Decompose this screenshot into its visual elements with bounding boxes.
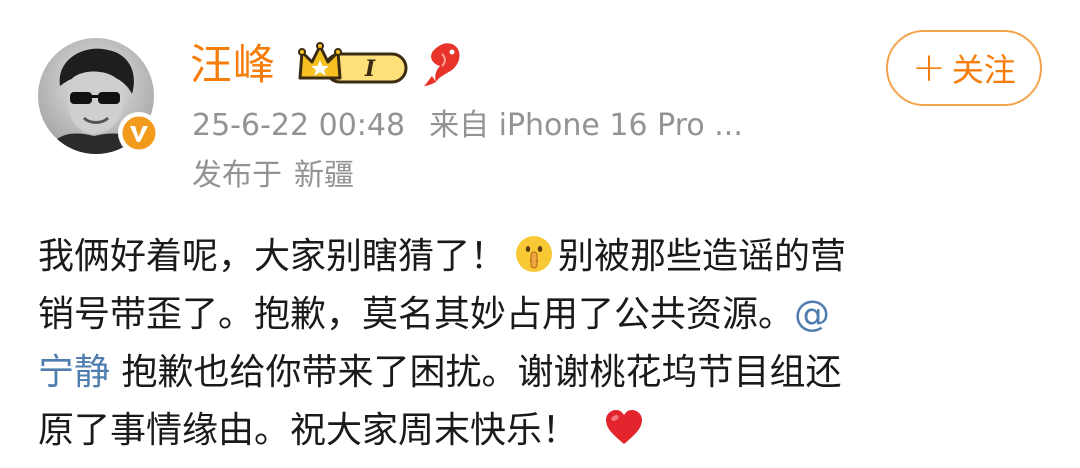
post-content: 我俩好着呢，大家别瞎猜了！ 别被那些造谣的营 销号带歪了。抱歉，莫名其妙占用了公… [38,228,1048,460]
content-line: 我俩好着呢，大家别瞎猜了！ 别被那些造谣的营 [38,228,1048,286]
content-text: 原了事情缘由。祝大家周末快乐！ [38,410,579,451]
content-text: 抱歉也给你带来了困扰。谢谢桃花坞节目组还 [110,352,842,393]
plus-icon: + [912,45,946,91]
verified-v-icon [119,113,159,153]
crown-member-badge-icon[interactable]: I [296,40,410,88]
content-line: 销号带歪了。抱歉，莫名其妙占用了公共资源。@ [38,286,1048,344]
content-text: 别被那些造谣的营 [558,236,847,277]
content-line: 原了事情缘由。祝大家周末快乐！ [38,402,1048,460]
post-meta: 25-6-22 00:48 来自 iPhone 16 Pro ... [192,106,743,146]
follow-label: 关注 [951,51,1016,89]
member-level-text: I [364,56,376,82]
location-label: 发布于 [192,158,282,193]
content-text: 我俩好着呢，大家别瞎猜了！ [38,236,507,277]
content-text: 销号带歪了。抱歉，莫名其妙占用了公共资源。 [38,294,795,335]
mention-link[interactable]: 宁静 [38,352,110,393]
follow-button[interactable]: + 关注 [886,30,1042,106]
content-line: 宁静 抱歉也给你带来了困扰。谢谢桃花坞节目组还 [38,344,1048,402]
red-heart-emoji-icon [604,408,644,448]
post-timestamp: 25-6-22 00:48 [192,108,406,143]
mention-link[interactable]: @ [794,294,830,335]
weibo-post: 汪峰 I 25-6-22 00:48 来自 iPhone 16 Pro ... 发… [0,0,1080,468]
verified-badge [118,112,160,154]
location-value: 新疆 [294,158,354,193]
post-source[interactable]: 来自 iPhone 16 Pro ... [429,108,743,143]
koi-fish-icon [422,40,464,88]
shushing-face-emoji-icon [514,234,554,274]
post-location: 发布于 新疆 [192,156,354,196]
author-name[interactable]: 汪峰 [190,38,276,92]
